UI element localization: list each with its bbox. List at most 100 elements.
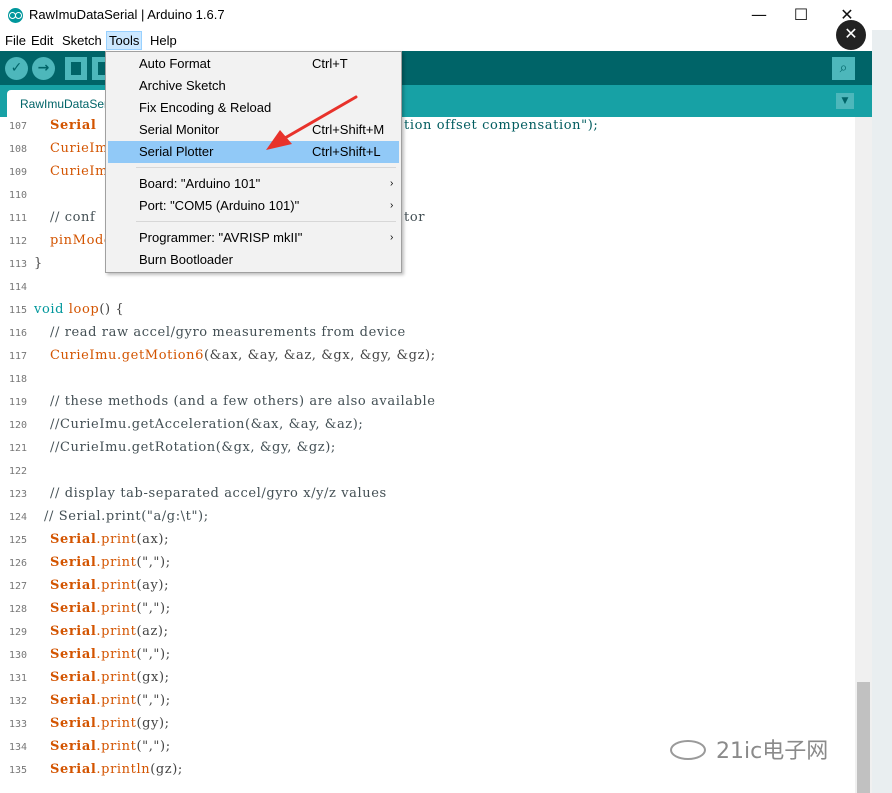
menu-item-label: Programmer: "AVRISP mkII"	[139, 230, 303, 245]
code-token: (",");	[136, 647, 171, 662]
line-number: 125	[8, 535, 27, 546]
code-token: (",");	[136, 693, 171, 708]
code-line-116: // read raw accel/gyro measurements from…	[50, 325, 406, 340]
code-token: (&ax, &ay, &az, &gx, &gy, &gz);	[204, 348, 436, 363]
code-fragment: Serial	[50, 118, 97, 133]
menu-edit[interactable]: Edit	[29, 31, 55, 50]
verify-button[interactable]: ✓	[5, 57, 28, 80]
menu-item-label: Board: "Arduino 101"	[139, 176, 261, 191]
menu-sketch[interactable]: Sketch	[60, 31, 104, 50]
line-number: 110	[8, 190, 27, 201]
tab-rawimudataserial[interactable]: RawImuDataSerial	[7, 90, 117, 117]
new-sketch-button[interactable]	[65, 57, 87, 80]
title-bar: RawImuDataSerial | Arduino 1.6.7 — ☐ ✕	[0, 0, 892, 30]
line-number: 117	[8, 351, 27, 362]
line-number: 129	[8, 627, 27, 638]
code-token: Serial	[50, 693, 97, 708]
code-fragment: tion offset compensation");	[404, 118, 599, 133]
code-token: .print	[96, 555, 137, 570]
code-token: Serial	[50, 532, 97, 547]
window-title: RawImuDataSerial | Arduino 1.6.7	[29, 7, 225, 22]
line-number: 123	[8, 489, 27, 500]
code-fragment: // conf	[50, 210, 96, 225]
code-token: .print	[96, 739, 137, 754]
submenu-arrow-icon: ›	[390, 200, 394, 211]
code-line-133: Serial.print(gy);	[50, 716, 170, 731]
code-token: (ax);	[136, 532, 170, 547]
code-token: Serial	[50, 762, 97, 777]
code-token: .print	[96, 693, 137, 708]
code-token: (",");	[136, 555, 171, 570]
code-fragment: pinMode	[50, 233, 113, 248]
menu-item-label: Burn Bootloader	[139, 252, 233, 267]
line-number: 111	[8, 213, 27, 224]
code-token: (az);	[136, 624, 169, 639]
code-token: (",");	[136, 601, 171, 616]
line-number: 133	[8, 719, 27, 730]
menu-separator	[136, 221, 396, 222]
code-token: Serial	[50, 739, 97, 754]
code-line-132: Serial.print(",");	[50, 693, 171, 708]
code-token: Serial	[50, 716, 97, 731]
code-line-120: //CurieImu.getAcceleration(&ax, &ay, &az…	[50, 417, 364, 432]
menu-help[interactable]: Help	[148, 31, 179, 50]
line-number: 114	[8, 282, 27, 293]
code-line-124: // Serial.print("a/g:\t");	[44, 509, 209, 524]
code-token: Serial	[50, 624, 97, 639]
line-number: 115	[8, 305, 27, 316]
code-token: Serial	[50, 647, 97, 662]
code-line-126: Serial.print(",");	[50, 555, 171, 570]
code-token: (gy);	[136, 716, 170, 731]
code-line-125: Serial.print(ax);	[50, 532, 169, 547]
menu-item-programmer[interactable]: Programmer: "AVRISP mkII" ›	[108, 227, 399, 249]
code-token: .print	[96, 601, 137, 616]
line-number: 130	[8, 650, 27, 661]
menu-item-board[interactable]: Board: "Arduino 101" ›	[108, 173, 399, 195]
menu-item-label: Serial Monitor	[139, 122, 220, 137]
scrollbar-thumb[interactable]	[857, 682, 870, 793]
code-token: getMotion6	[121, 348, 204, 363]
line-number: 131	[8, 673, 27, 684]
menu-item-label: Serial Plotter	[139, 144, 214, 159]
code-token: .print	[96, 532, 137, 547]
code-token: Serial	[50, 555, 97, 570]
code-token: (",");	[136, 739, 171, 754]
menu-item-port[interactable]: Port: "COM5 (Arduino 101)" ›	[108, 195, 399, 217]
code-token: (gz);	[150, 762, 183, 777]
overlay-close-button[interactable]: ✕	[836, 20, 866, 50]
annotation-arrow-icon	[266, 95, 358, 150]
code-token: Serial	[50, 601, 97, 616]
code-line-119: // these methods (and a few others) are …	[50, 394, 436, 409]
vertical-scrollbar[interactable]	[855, 117, 872, 793]
line-number: 134	[8, 742, 27, 753]
upload-button[interactable]: →	[32, 57, 55, 80]
menu-item-burn-bootloader[interactable]: Burn Bootloader	[108, 249, 399, 271]
minimize-button[interactable]: —	[736, 0, 782, 30]
line-number: 119	[8, 397, 27, 408]
line-number: 124	[8, 512, 27, 523]
menu-item-auto-format[interactable]: Auto Format Ctrl+T	[108, 53, 399, 75]
code-line-130: Serial.print(",");	[50, 647, 171, 662]
code-token: .println	[96, 762, 151, 777]
line-number: 116	[8, 328, 27, 339]
code-fragment: CurieIm	[50, 164, 109, 179]
line-number: 126	[8, 558, 27, 569]
menu-file[interactable]: File	[3, 31, 28, 50]
code-fragment: }	[34, 256, 43, 271]
menu-item-label: Fix Encoding & Reload	[139, 100, 272, 115]
code-fragment: tor	[404, 210, 426, 225]
code-token: loop	[68, 302, 100, 317]
menu-tools[interactable]: Tools	[106, 31, 143, 50]
code-token: void	[34, 302, 65, 317]
menu-separator	[136, 167, 396, 168]
tab-menu-chevron-down-icon[interactable]: ▼	[836, 93, 854, 109]
watermark-text: 21ic电子网	[716, 739, 829, 764]
serial-monitor-button[interactable]: ⌕	[832, 57, 855, 80]
code-token: .print	[96, 716, 137, 731]
code-line-128: Serial.print(",");	[50, 601, 171, 616]
line-number: 108	[8, 144, 27, 155]
line-number: 132	[8, 696, 27, 707]
menu-item-label: Archive Sketch	[139, 78, 226, 93]
code-line-115: void loop() {	[34, 302, 124, 317]
maximize-button[interactable]: ☐	[778, 0, 824, 30]
